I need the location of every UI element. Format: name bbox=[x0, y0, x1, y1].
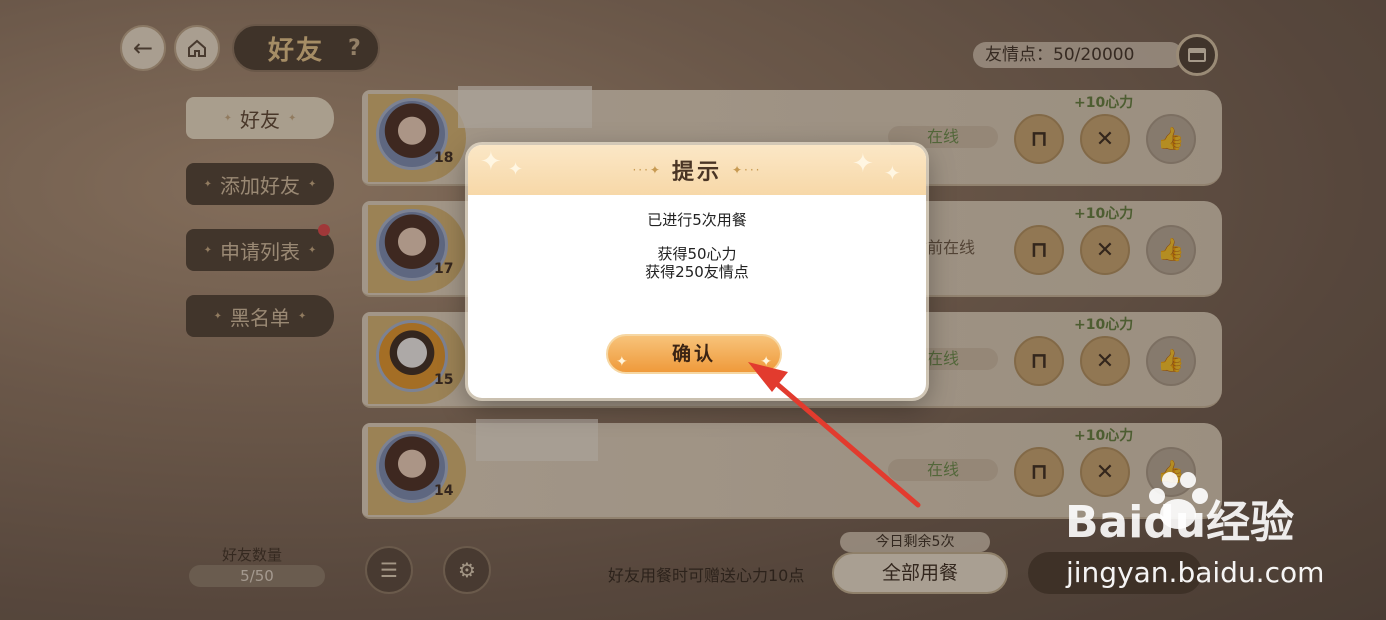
watermark-logo: Baidu经验 bbox=[1065, 497, 1295, 548]
game-screen: ← 好友 ? 友情点：50/20000 ✦ 好友 ✦ ✦ 添加好友 ✦ ✦ 申请… bbox=[0, 0, 1386, 620]
watermark-url: jingyan.baidu.com bbox=[1066, 556, 1325, 589]
